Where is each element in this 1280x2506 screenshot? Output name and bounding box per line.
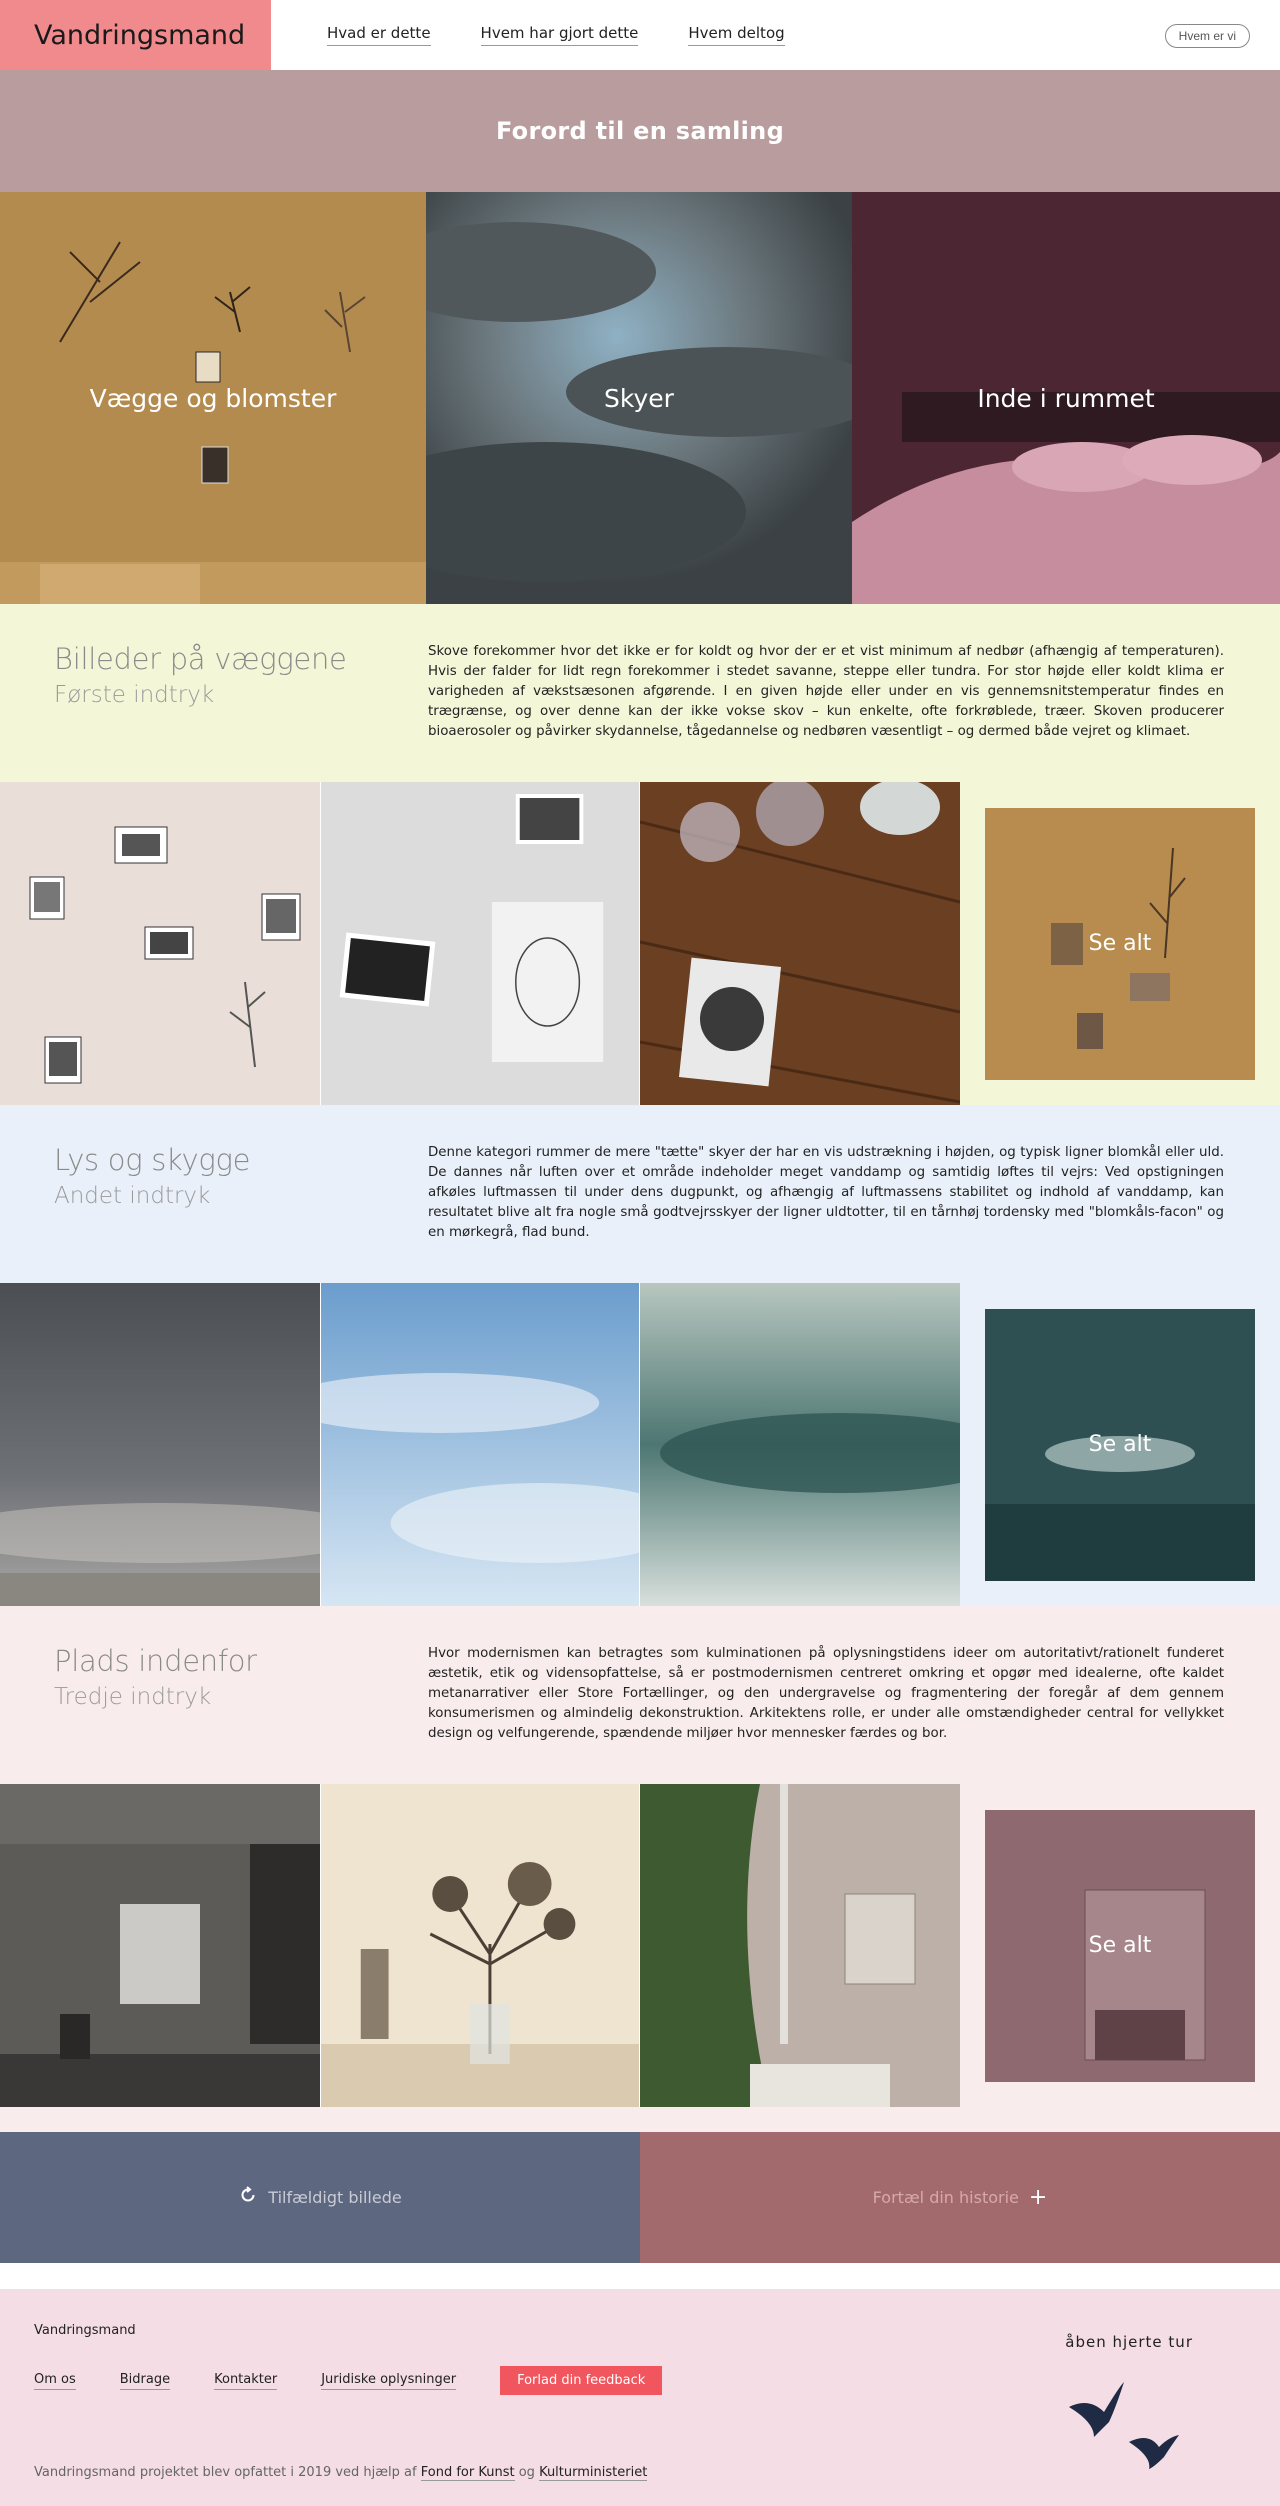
random-image-label: Tilfældigt billede	[268, 2188, 402, 2207]
category-inside-room-label: Inde i rummet	[977, 383, 1155, 413]
section-walls-text: Skove forekommer hvor det ikke er for ko…	[428, 644, 1224, 739]
category-row: Vægge og blomster Skyer Inde i rummet	[0, 192, 1280, 604]
section-space-inside-title: Plads indenfor	[54, 1644, 257, 1678]
footer-note-text: Vandringsmand projektet blev opfattet i …	[34, 2465, 417, 2480]
footer-motto: åben hjerte tur	[1065, 2333, 1193, 2351]
see-all-container: Se alt	[960, 1283, 1280, 1606]
see-all-container: Se alt	[960, 1784, 1280, 2107]
gallery-photo[interactable]	[640, 1784, 960, 2107]
nav-who-participated[interactable]: Hvem deltog	[688, 24, 785, 46]
section-space-inside-subtitle: Tredje indtryk	[54, 1684, 212, 1710]
section-light-shadow-title: Lys og skygge	[54, 1143, 251, 1177]
site-footer: Vandringsmand Om os Bidrage Kontakter Ju…	[0, 2289, 1280, 2506]
section-light-shadow-text: Denne kategori rummer de mere "tætte" sk…	[428, 1145, 1224, 1240]
hero-banner: Forord til en samling	[0, 70, 1280, 192]
nav-what-is-this[interactable]: Hvad er dette	[327, 24, 431, 46]
category-walls-flowers[interactable]: Vægge og blomster	[0, 192, 426, 604]
footer-link-contribute[interactable]: Bidrage	[119, 2372, 171, 2390]
site-header: Vandringsmand Hvad er dette Hvem har gjo…	[0, 0, 1280, 70]
feedback-button[interactable]: Forlad din feedback	[500, 2366, 663, 2395]
footer-brand[interactable]: Vandringsmand	[34, 2323, 1246, 2338]
section-space-inside-text: Hvor modernismen kan betragtes som kulmi…	[428, 1646, 1224, 1741]
footer-link-legal[interactable]: Juridiske oplysninger	[321, 2372, 457, 2390]
section-walls: Billeder på væggene Første indtryk Skove…	[0, 604, 1280, 1105]
site-logo[interactable]: Vandringsmand	[0, 0, 271, 70]
gallery-photo[interactable]	[640, 782, 960, 1105]
section-light-shadow-gallery: Se alt	[0, 1283, 1280, 1606]
see-all-label: Se alt	[1088, 1933, 1152, 1958]
category-walls-flowers-label: Vægge og blomster	[89, 383, 337, 413]
category-inside-room[interactable]: Inde i rummet	[852, 192, 1280, 604]
action-bar: Tilfældigt billede Fortæl din historie +	[0, 2132, 1280, 2263]
section-space-inside-intro: Plads indenfor Tredje indtryk Hvor moder…	[0, 1606, 1280, 1784]
see-all-label: Se alt	[1088, 1432, 1152, 1457]
section-walls-title: Billeder på væggene	[54, 642, 347, 676]
plus-icon: +	[1028, 2185, 1048, 2210]
refresh-icon	[238, 2185, 258, 2211]
section-space-inside-gallery: Se alt	[0, 1784, 1280, 2107]
birds-icon	[1069, 2382, 1179, 2469]
gallery-photo[interactable]	[0, 1784, 320, 2107]
footer-note: Vandringsmand projektet blev opfattet i …	[34, 2465, 648, 2481]
gallery-photo[interactable]	[320, 1283, 640, 1606]
footer-link-art-fund[interactable]: Fond for Kunst	[420, 2465, 515, 2481]
gallery-photo[interactable]	[320, 1784, 640, 2107]
footer-link-ministry[interactable]: Kulturministeriet	[539, 2465, 648, 2481]
see-all-label: Se alt	[1088, 931, 1152, 956]
section-space-inside: Plads indenfor Tredje indtryk Hvor moder…	[0, 1606, 1280, 2132]
section-light-shadow-subtitle: Andet indtryk	[54, 1183, 211, 1209]
section-light-shadow-intro: Lys og skygge Andet indtryk Denne katego…	[0, 1105, 1280, 1283]
main-nav: Hvad er dette Hvem har gjort dette Hvem …	[271, 0, 1280, 70]
see-all-space-inside[interactable]: Se alt	[985, 1809, 1255, 2082]
section-walls-intro: Billeder på væggene Første indtryk Skove…	[0, 604, 1280, 782]
random-image-button[interactable]: Tilfældigt billede	[0, 2132, 640, 2263]
tell-story-button[interactable]: Fortæl din historie +	[640, 2132, 1280, 2263]
see-all-walls[interactable]: Se alt	[985, 807, 1255, 1080]
section-light-shadow: Lys og skygge Andet indtryk Denne katego…	[0, 1105, 1280, 1606]
footer-link-about[interactable]: Om os	[34, 2372, 76, 2390]
tell-story-label: Fortæl din historie	[872, 2188, 1019, 2207]
category-clouds[interactable]: Skyer	[426, 192, 852, 604]
section-walls-subtitle: Første indtryk	[54, 682, 215, 708]
gallery-photo[interactable]	[640, 1283, 960, 1606]
footer-note-and: og	[518, 2465, 535, 2480]
category-clouds-label: Skyer	[604, 383, 674, 413]
who-are-we-button[interactable]: Hvem er vi	[1164, 24, 1250, 48]
see-all-container: Se alt	[960, 782, 1280, 1105]
nav-who-made-this[interactable]: Hvem har gjort dette	[480, 24, 639, 46]
gallery-photo[interactable]	[0, 1283, 320, 1606]
footer-link-contacts[interactable]: Kontakter	[214, 2372, 278, 2390]
section-walls-gallery: Se alt	[0, 782, 1280, 1105]
hero-title: Forord til en samling	[495, 117, 785, 145]
see-all-light-shadow[interactable]: Se alt	[985, 1308, 1255, 1581]
gallery-photo[interactable]	[0, 782, 320, 1105]
gallery-photo[interactable]	[320, 782, 640, 1105]
